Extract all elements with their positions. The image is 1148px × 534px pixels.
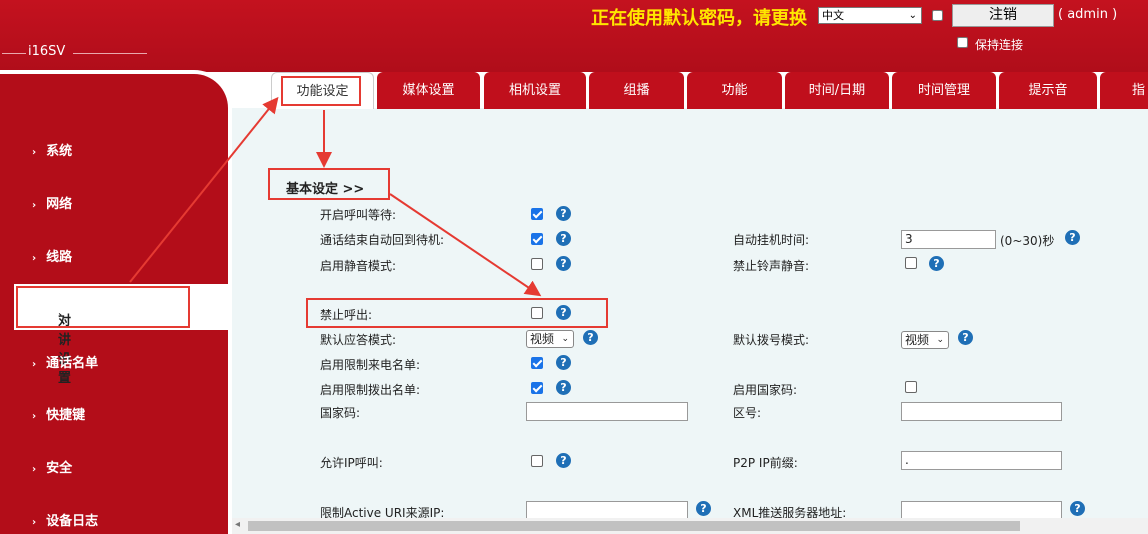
annotation-arrows — [129, 96, 542, 297]
arrow-sidebar-to-tab — [129, 96, 279, 283]
arrow-section-to-field — [389, 193, 542, 297]
